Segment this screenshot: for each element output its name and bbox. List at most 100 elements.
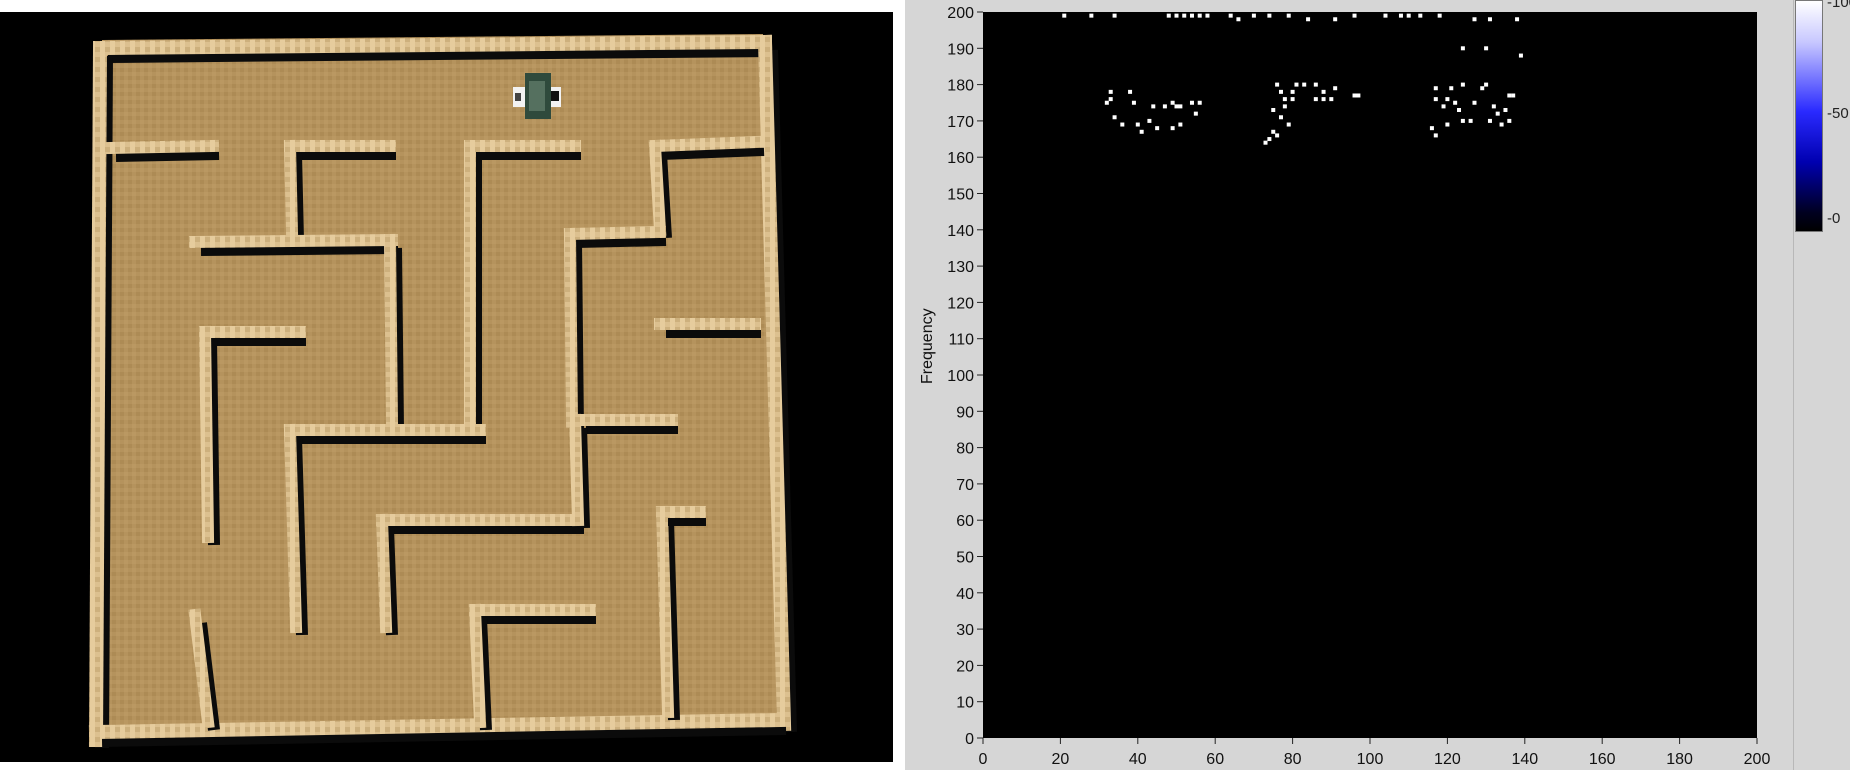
data-point — [1453, 100, 1458, 105]
maze-wall — [198, 325, 215, 544]
x-tick-label: 140 — [1511, 751, 1538, 768]
data-point — [1290, 89, 1295, 94]
maze-wall — [188, 233, 399, 249]
data-point — [1441, 104, 1446, 109]
x-tick-label: 120 — [1434, 751, 1461, 768]
data-point — [1480, 86, 1485, 91]
data-point — [1263, 140, 1268, 145]
data-point — [1503, 108, 1508, 113]
maze-wall — [103, 139, 220, 155]
maze-wall — [655, 505, 675, 719]
y-tick-label: 100 — [947, 368, 974, 385]
data-point — [1487, 118, 1492, 123]
x-tick-label: 20 — [1052, 751, 1070, 768]
data-point — [1383, 13, 1388, 18]
data-point — [1429, 126, 1434, 131]
data-point — [1155, 126, 1160, 131]
data-point — [1495, 111, 1500, 116]
data-point — [1333, 17, 1338, 22]
x-tick-label: 160 — [1589, 751, 1616, 768]
graph-axes: 0 10 20 30 40 50 60 70 80 90 100 110 120 130 140 150 160… — [947, 5, 1771, 768]
data-point — [1128, 89, 1133, 94]
data-point — [1286, 13, 1291, 18]
data-point — [1491, 104, 1496, 109]
maze-wall-shadow — [575, 234, 667, 248]
maze-wall — [88, 40, 108, 748]
data-point — [1197, 13, 1202, 18]
data-point — [1112, 115, 1117, 120]
data-point — [1108, 89, 1113, 94]
data-point — [1151, 104, 1156, 109]
data-point — [1333, 86, 1338, 91]
y-tick-label: 30 — [956, 622, 974, 639]
x-tick-label: 200 — [1744, 751, 1771, 768]
data-point — [1499, 122, 1504, 127]
data-point — [1329, 97, 1334, 102]
data-point — [1445, 122, 1450, 127]
data-point — [1321, 89, 1326, 94]
data-point — [1511, 93, 1516, 98]
data-point — [1228, 13, 1233, 18]
data-point — [1460, 118, 1465, 123]
data-point — [1484, 46, 1489, 51]
y-axis-title: Frequency — [919, 308, 936, 384]
data-point — [1271, 108, 1276, 113]
simulation-view[interactable] — [0, 12, 893, 762]
data-point — [1147, 118, 1152, 123]
data-point — [1131, 100, 1136, 105]
data-point — [1139, 129, 1144, 134]
y-tick-label: 150 — [947, 187, 974, 204]
y-tick-label: 180 — [947, 78, 974, 95]
data-point — [1089, 13, 1094, 18]
data-point — [1278, 115, 1283, 120]
data-point — [1472, 100, 1477, 105]
data-point — [1313, 97, 1318, 102]
data-point — [1515, 17, 1520, 22]
data-point — [1162, 104, 1167, 109]
data-point — [1189, 13, 1194, 18]
data-point — [1484, 82, 1489, 87]
data-point — [1205, 13, 1210, 18]
data-point — [1460, 82, 1465, 87]
data-point — [1182, 13, 1187, 18]
data-point — [1275, 133, 1280, 138]
y-tick-label: 0 — [965, 731, 974, 748]
y-tick-label: 120 — [947, 295, 974, 312]
maze-wall — [383, 233, 399, 429]
data-point — [1170, 126, 1175, 131]
data-point — [1472, 17, 1477, 22]
y-tick-label: 200 — [947, 5, 974, 22]
data-point — [1507, 118, 1512, 123]
data-point — [1251, 13, 1256, 18]
data-point — [1433, 86, 1438, 91]
data-point — [1286, 122, 1291, 127]
color-scale-bar[interactable] — [1795, 0, 1823, 232]
maze-wall — [648, 139, 667, 237]
maze-wall — [468, 603, 487, 729]
data-point — [1112, 13, 1117, 18]
data-point — [1294, 82, 1299, 87]
data-point — [1518, 53, 1523, 58]
data-point — [1108, 97, 1113, 102]
y-tick-label: 170 — [947, 114, 974, 131]
maze-wall — [283, 423, 303, 634]
data-point — [1193, 111, 1198, 116]
data-point — [1433, 97, 1438, 102]
data-point — [1236, 17, 1241, 22]
data-point — [1197, 100, 1202, 105]
data-point — [1267, 137, 1272, 142]
maze-wall-shadow — [115, 148, 220, 162]
y-tick-label: 130 — [947, 259, 974, 276]
data-point — [1406, 13, 1411, 18]
data-point — [1271, 129, 1276, 134]
y-tick-label: 140 — [947, 223, 974, 240]
data-point — [1282, 97, 1287, 102]
data-point — [1507, 93, 1512, 98]
data-point — [1170, 100, 1175, 105]
data-point — [1352, 13, 1357, 18]
data-point — [1445, 97, 1450, 102]
maze-wall-shadow — [200, 242, 399, 256]
data-point — [1166, 13, 1171, 18]
x-tick-label: 180 — [1666, 751, 1693, 768]
data-point — [1282, 104, 1287, 109]
